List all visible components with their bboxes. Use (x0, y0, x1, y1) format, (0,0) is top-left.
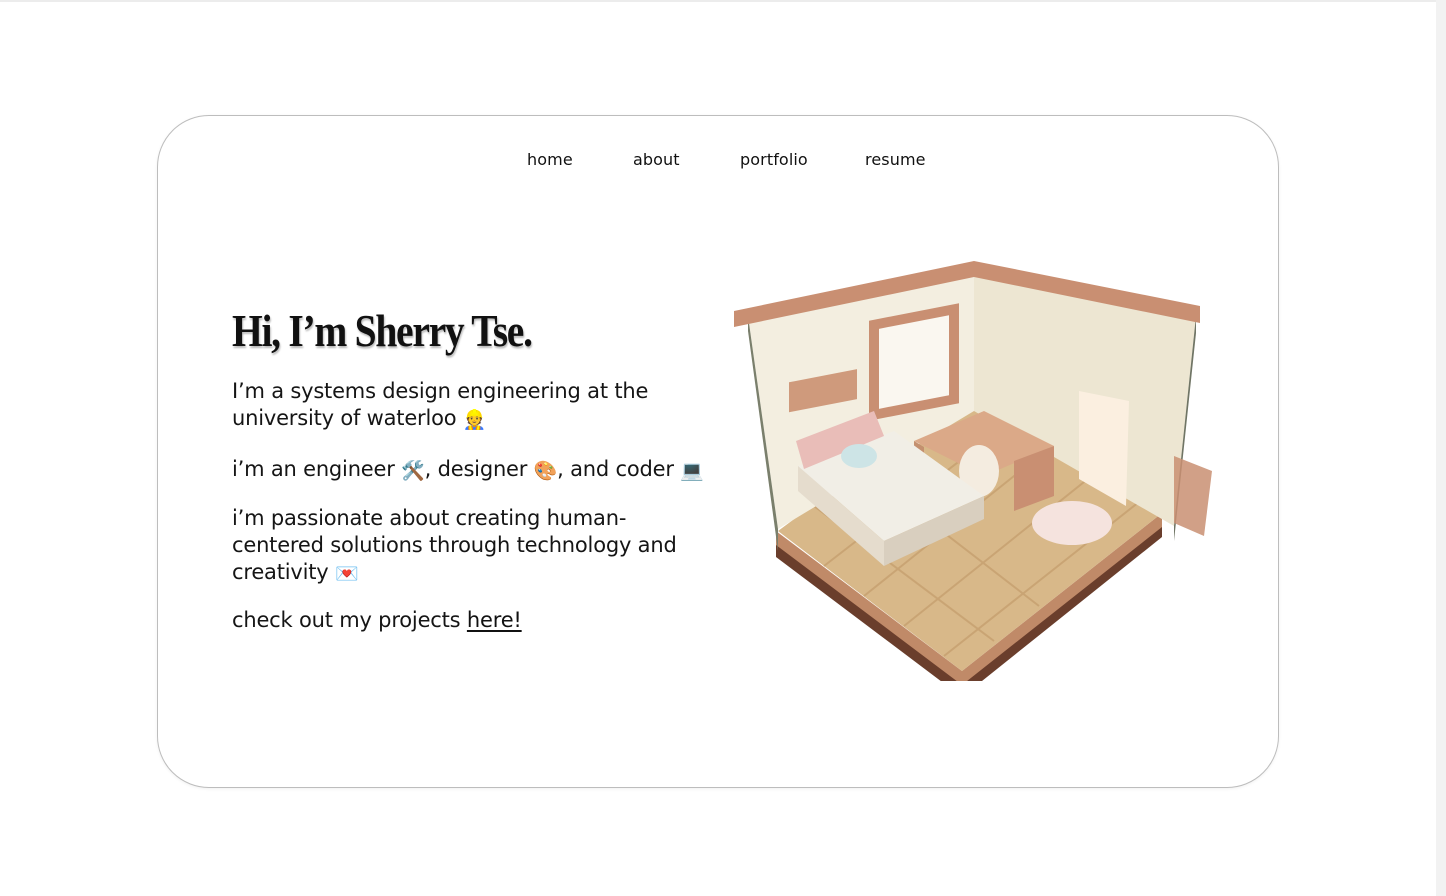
page-title: Hi, I’m Sherry Tse. (232, 305, 533, 356)
pillow (841, 444, 877, 468)
room-illustration (734, 261, 1212, 681)
nav-about[interactable]: about (633, 150, 680, 169)
roles-text-2: , designer (424, 457, 528, 481)
passion-paragraph: i’m passionate about creating human-cent… (232, 505, 702, 588)
balcony-railing (1174, 456, 1212, 536)
palette-icon: 🎨 (533, 460, 558, 482)
projects-paragraph: check out my projects here! (232, 607, 702, 634)
passion-text: i’m passionate about creating human-cent… (232, 506, 677, 584)
top-border (0, 0, 1436, 2)
roles-text-1: i’m an engineer (232, 457, 395, 481)
roles-text-3: , and coder (557, 457, 674, 481)
nav-home[interactable]: home (527, 150, 573, 169)
tools-icon: 🛠️ (401, 460, 425, 482)
nav-portfolio[interactable]: portfolio (740, 150, 808, 169)
hero-card: home about portfolio resume Hi, I’m Sher… (157, 115, 1279, 788)
scrollbar-track[interactable] (1436, 0, 1446, 896)
round-rug (1032, 501, 1112, 545)
projects-text: check out my projects (232, 608, 461, 632)
window-glass (879, 315, 949, 409)
roles-paragraph: i’m an engineer 🛠️, designer 🎨, and code… (232, 456, 752, 485)
projects-link[interactable]: here! (467, 608, 522, 632)
intro-paragraph: I’m a systems design engineering at the … (232, 378, 702, 434)
nav-resume[interactable]: resume (865, 150, 926, 169)
construction-worker-icon: 👷 (462, 409, 487, 431)
laptop-icon: 💻 (680, 460, 704, 482)
intro-text: I’m a systems design engineering at the … (232, 379, 649, 430)
main-nav: home about portfolio resume (158, 150, 1278, 174)
love-letter-icon: 💌 (334, 563, 359, 585)
